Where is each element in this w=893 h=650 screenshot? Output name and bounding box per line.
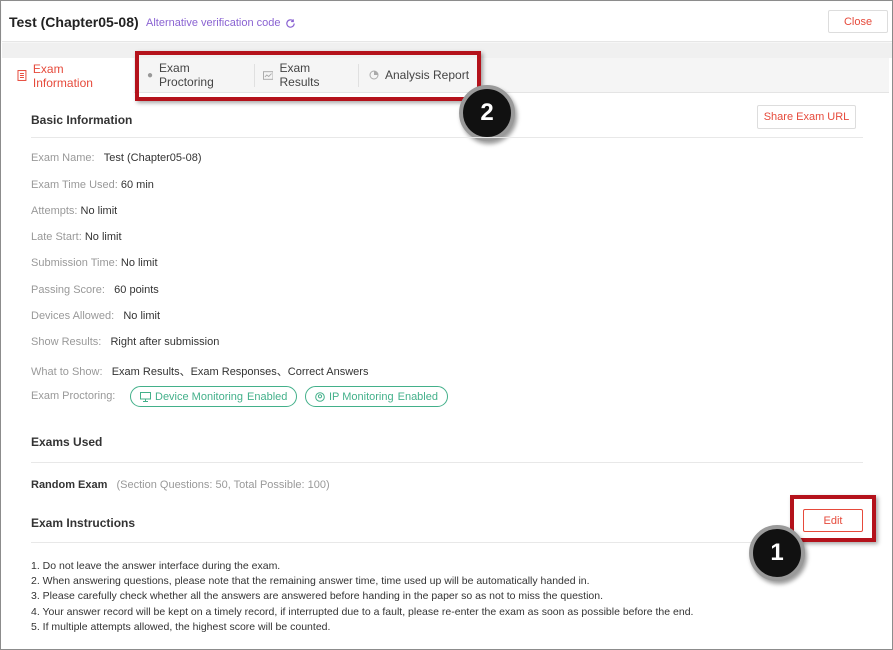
info-row-what-to-show: What to Show: Exam Results、Exam Response… — [31, 363, 368, 379]
info-label: Passing Score: — [31, 284, 105, 296]
alternative-code-link[interactable]: Alternative verification code — [146, 17, 296, 29]
alternative-code-label: Alternative verification code — [146, 17, 281, 29]
random-exam-row: Random Exam (Section Questions: 50, Tota… — [31, 479, 330, 491]
monitor-icon — [140, 391, 151, 402]
info-label: Show Results: — [31, 336, 102, 348]
instructions-list: 1. Do not leave the answer interface dur… — [31, 559, 693, 635]
close-button[interactable]: Close — [828, 10, 888, 33]
share-exam-url-button[interactable]: Share Exam URL — [757, 105, 856, 129]
info-row-devices-allowed: Devices Allowed: No limit — [31, 310, 160, 322]
device-monitoring-badge: Device Monitoring Enabled — [130, 386, 298, 407]
instruction-line: 3. Please carefully check whether all th… — [31, 590, 603, 603]
info-value: No limit — [80, 205, 118, 217]
info-row-late-start: Late Start: No limit — [31, 231, 122, 243]
refresh-icon — [285, 18, 295, 28]
info-value: Exam Results、Exam Responses、Correct Answ… — [111, 366, 369, 378]
info-row-passing-score: Passing Score: 60 points — [31, 284, 159, 296]
info-row-show-results: Show Results: Right after submission — [31, 336, 219, 348]
info-row-submission-time: Submission Time: No limit — [31, 257, 158, 269]
exam-window: Test (Chapter05-08) Alternative verifica… — [0, 0, 893, 650]
info-label: Exam Proctoring: — [31, 390, 116, 402]
exams-used-heading: Exams Used — [31, 435, 103, 449]
callout-badge-1: 1 — [749, 525, 805, 581]
pill-status: Enabled — [247, 390, 288, 403]
page-title: Test (Chapter05-08) — [9, 14, 139, 30]
top-bar: Test (Chapter05-08) Alternative verifica… — [2, 2, 892, 42]
info-label: Exam Time Used: — [31, 179, 118, 191]
info-value: No limit — [123, 310, 160, 322]
info-value: 60 points — [114, 284, 159, 296]
ip-icon — [315, 391, 325, 402]
info-label: Late Start: — [31, 231, 82, 243]
callout-badge-2: 2 — [459, 85, 515, 141]
pill-name: Device Monitoring — [155, 390, 244, 403]
info-row-exam-name: Exam Name: Test (Chapter05-08) — [31, 152, 202, 164]
tab-exam-information[interactable]: Exam Information — [9, 58, 134, 93]
pill-name: IP Monitoring — [329, 390, 394, 403]
info-row-attempts: Attempts: No limit — [31, 205, 117, 217]
instruction-line: 2. When answering questions, please note… — [31, 575, 590, 588]
info-row-exam-proctoring: Exam Proctoring: — [31, 390, 115, 402]
tabs-highlight-callout — [135, 51, 481, 101]
basic-information-heading: Basic Information — [31, 113, 133, 127]
pill-status: Enabled — [397, 390, 438, 403]
ip-monitoring-badge: IP Monitoring Enabled — [305, 386, 448, 407]
info-label: Devices Allowed: — [31, 310, 115, 322]
info-label: Exam Name: — [31, 152, 95, 164]
info-value: 60 min — [120, 179, 154, 191]
instruction-line: 4. Your answer record will be kept on a … — [31, 605, 694, 618]
info-row-time-used: Exam Time Used: 60 min — [31, 179, 154, 191]
exam-type-detail: (Section Questions: 50, Total Possible: … — [116, 479, 330, 491]
instruction-line: 1. Do not leave the answer interface dur… — [31, 560, 281, 572]
section-divider — [31, 462, 863, 463]
tab-label: Exam Information — [32, 61, 93, 90]
info-value: Right after submission — [110, 336, 220, 348]
section-divider — [31, 542, 791, 543]
info-label: What to Show: — [31, 366, 103, 378]
info-label: Submission Time: — [31, 257, 118, 269]
document-icon — [17, 70, 27, 81]
instruction-line: 5. If multiple attempts allowed, the hig… — [31, 620, 331, 633]
info-value: Test (Chapter05-08) — [103, 152, 202, 164]
edit-highlight-callout — [790, 495, 876, 542]
exam-instructions-heading: Exam Instructions — [31, 516, 136, 530]
section-divider — [31, 137, 863, 138]
exam-type: Random Exam — [31, 479, 108, 491]
info-value: No limit — [84, 231, 122, 243]
info-value: No limit — [120, 257, 158, 269]
info-label: Attempts: — [31, 205, 78, 217]
